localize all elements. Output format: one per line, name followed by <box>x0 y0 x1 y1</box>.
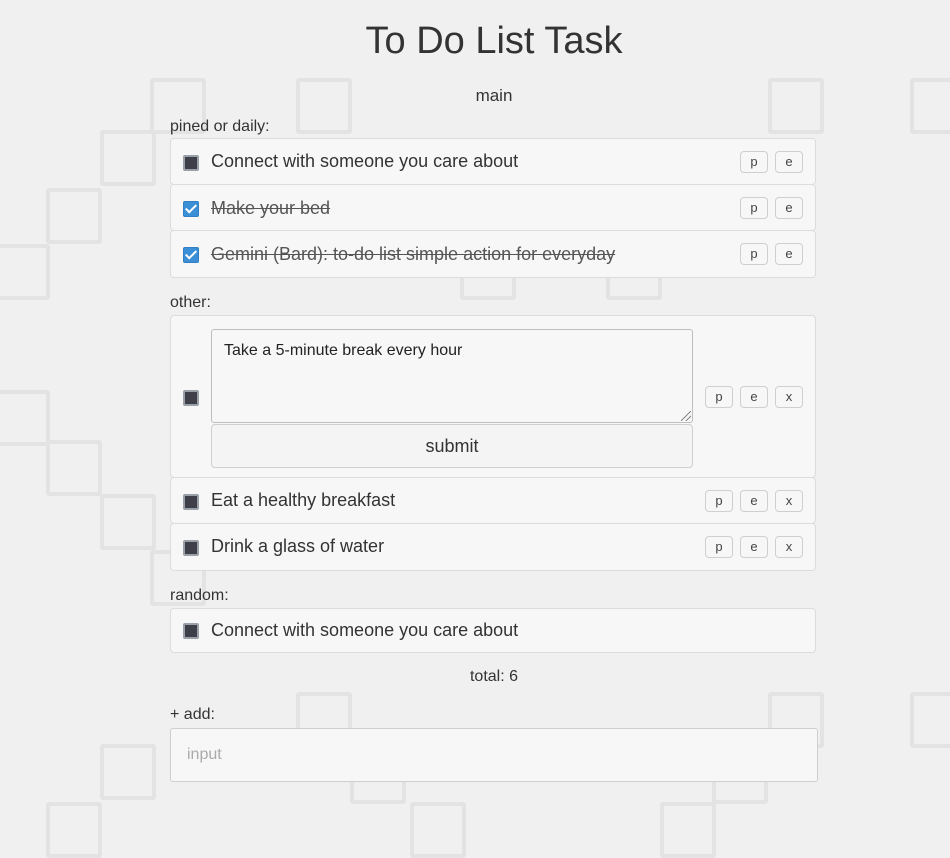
task-text: Make your bed <box>211 198 331 218</box>
delete-button[interactable]: x <box>775 536 803 558</box>
add-label: + add: <box>170 706 215 723</box>
task-text: Eat a healthy breakfast <box>211 490 396 510</box>
pin-button[interactable]: p <box>740 151 768 173</box>
pinned-task-item: Gemini (Bard): to-do list simple action … <box>170 230 816 278</box>
edit-button[interactable]: e <box>740 386 768 408</box>
submit-button[interactable]: submit <box>211 424 693 468</box>
edit-button[interactable]: e <box>775 197 803 219</box>
pin-button[interactable]: p <box>740 243 768 265</box>
task-edit-textarea[interactable]: Take a 5-minute break every hour <box>211 329 693 423</box>
task-text: Connect with someone you care about <box>211 620 519 640</box>
task-checkbox[interactable] <box>183 623 199 639</box>
task-checkbox[interactable] <box>183 540 199 556</box>
resize-handle-icon[interactable] <box>681 411 691 421</box>
task-checkbox[interactable] <box>183 390 199 406</box>
page-title: To Do List Task <box>365 20 623 62</box>
task-text: Gemini (Bard): to-do list simple action … <box>211 244 616 264</box>
edit-button[interactable]: e <box>740 536 768 558</box>
task-checkbox[interactable] <box>183 247 199 263</box>
section-label-pinned: pined or daily: <box>170 118 270 135</box>
task-edit-value: Take a 5-minute break every hour <box>224 342 463 359</box>
pinned-task-item: Connect with someone you care about p e <box>170 138 816 185</box>
delete-button[interactable]: x <box>775 386 803 408</box>
pin-button[interactable]: p <box>705 386 733 408</box>
edit-button[interactable]: e <box>740 490 768 512</box>
task-text: Drink a glass of water <box>211 536 385 556</box>
task-checkbox[interactable] <box>183 155 199 171</box>
pinned-task-item: Make your bed p e <box>170 184 816 231</box>
random-task-item: Connect with someone you care about <box>170 608 816 653</box>
pin-button[interactable]: p <box>705 536 733 558</box>
other-task-item-editing: Take a 5-minute break every hour submit … <box>170 315 816 478</box>
other-task-item: Eat a healthy breakfast p e x <box>170 477 816 524</box>
add-input-placeholder: input <box>187 746 222 763</box>
edit-button[interactable]: e <box>775 151 803 173</box>
section-label-random: random: <box>170 587 229 604</box>
add-task-input[interactable]: input <box>170 728 818 782</box>
total-count: total: 6 <box>469 668 519 685</box>
task-checkbox[interactable] <box>183 494 199 510</box>
task-checkbox[interactable] <box>183 201 199 217</box>
delete-button[interactable]: x <box>775 490 803 512</box>
list-name: main <box>475 86 513 105</box>
pin-button[interactable]: p <box>740 197 768 219</box>
section-label-other: other: <box>170 294 211 311</box>
edit-button[interactable]: e <box>775 243 803 265</box>
pin-button[interactable]: p <box>705 490 733 512</box>
other-task-item: Drink a glass of water p e x <box>170 523 816 571</box>
task-text: Connect with someone you care about <box>211 151 519 171</box>
